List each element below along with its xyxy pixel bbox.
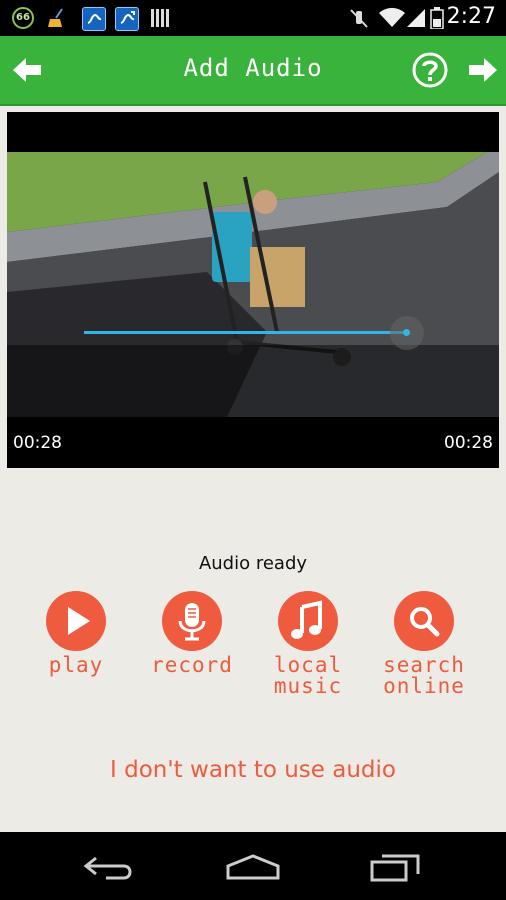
play-label: play [48, 653, 104, 677]
signal-icon [407, 9, 425, 27]
wifi-icon [379, 7, 405, 27]
music-note-icon [291, 600, 322, 639]
recent-apps-icon[interactable] [360, 846, 430, 886]
audio-status: Audio ready [198, 553, 308, 574]
battery-icon [430, 7, 444, 29]
help-icon[interactable] [410, 50, 450, 90]
search-icon [410, 607, 440, 637]
app-icon [115, 7, 139, 31]
search-online-label: search online [364, 655, 484, 697]
seek-thumb[interactable] [403, 329, 410, 336]
current-time: 00:28 [13, 433, 62, 453]
navigation-bar [0, 832, 506, 900]
video-controls: 00:28 00:28 [7, 345, 499, 468]
local-music-button[interactable]: local music [248, 591, 368, 697]
status-time: 2:27 [446, 4, 496, 29]
video-player[interactable]: 00:28 00:28 [7, 112, 499, 468]
record-label: record [151, 653, 233, 677]
action-bar: Add Audio [0, 36, 506, 106]
broom-icon [48, 8, 63, 27]
local-music-label-line2: music [273, 674, 343, 698]
skip-audio-link[interactable]: I don't want to use audio [0, 757, 506, 783]
search-online-label-line1: search [383, 653, 465, 677]
mute-icon [350, 9, 368, 28]
duration: 00:28 [444, 433, 493, 453]
record-button[interactable]: record [132, 591, 252, 676]
local-music-label: local music [248, 655, 368, 697]
barcode-icon [150, 7, 172, 29]
local-music-label-line1: local [273, 653, 343, 677]
search-online-label-line2: online [383, 674, 465, 698]
app-icon [82, 7, 106, 31]
status-bar: 66 2:27 [0, 0, 506, 36]
battery-66-icon: 66 [12, 7, 34, 29]
arrow-right-icon[interactable] [462, 50, 502, 90]
play-button[interactable]: play [16, 591, 136, 676]
seek-bar[interactable] [84, 331, 408, 334]
back-icon[interactable] [76, 846, 146, 886]
microphone-icon [178, 603, 206, 641]
home-icon[interactable] [218, 846, 288, 886]
play-icon [68, 607, 90, 635]
search-online-button[interactable]: search online [364, 591, 484, 697]
